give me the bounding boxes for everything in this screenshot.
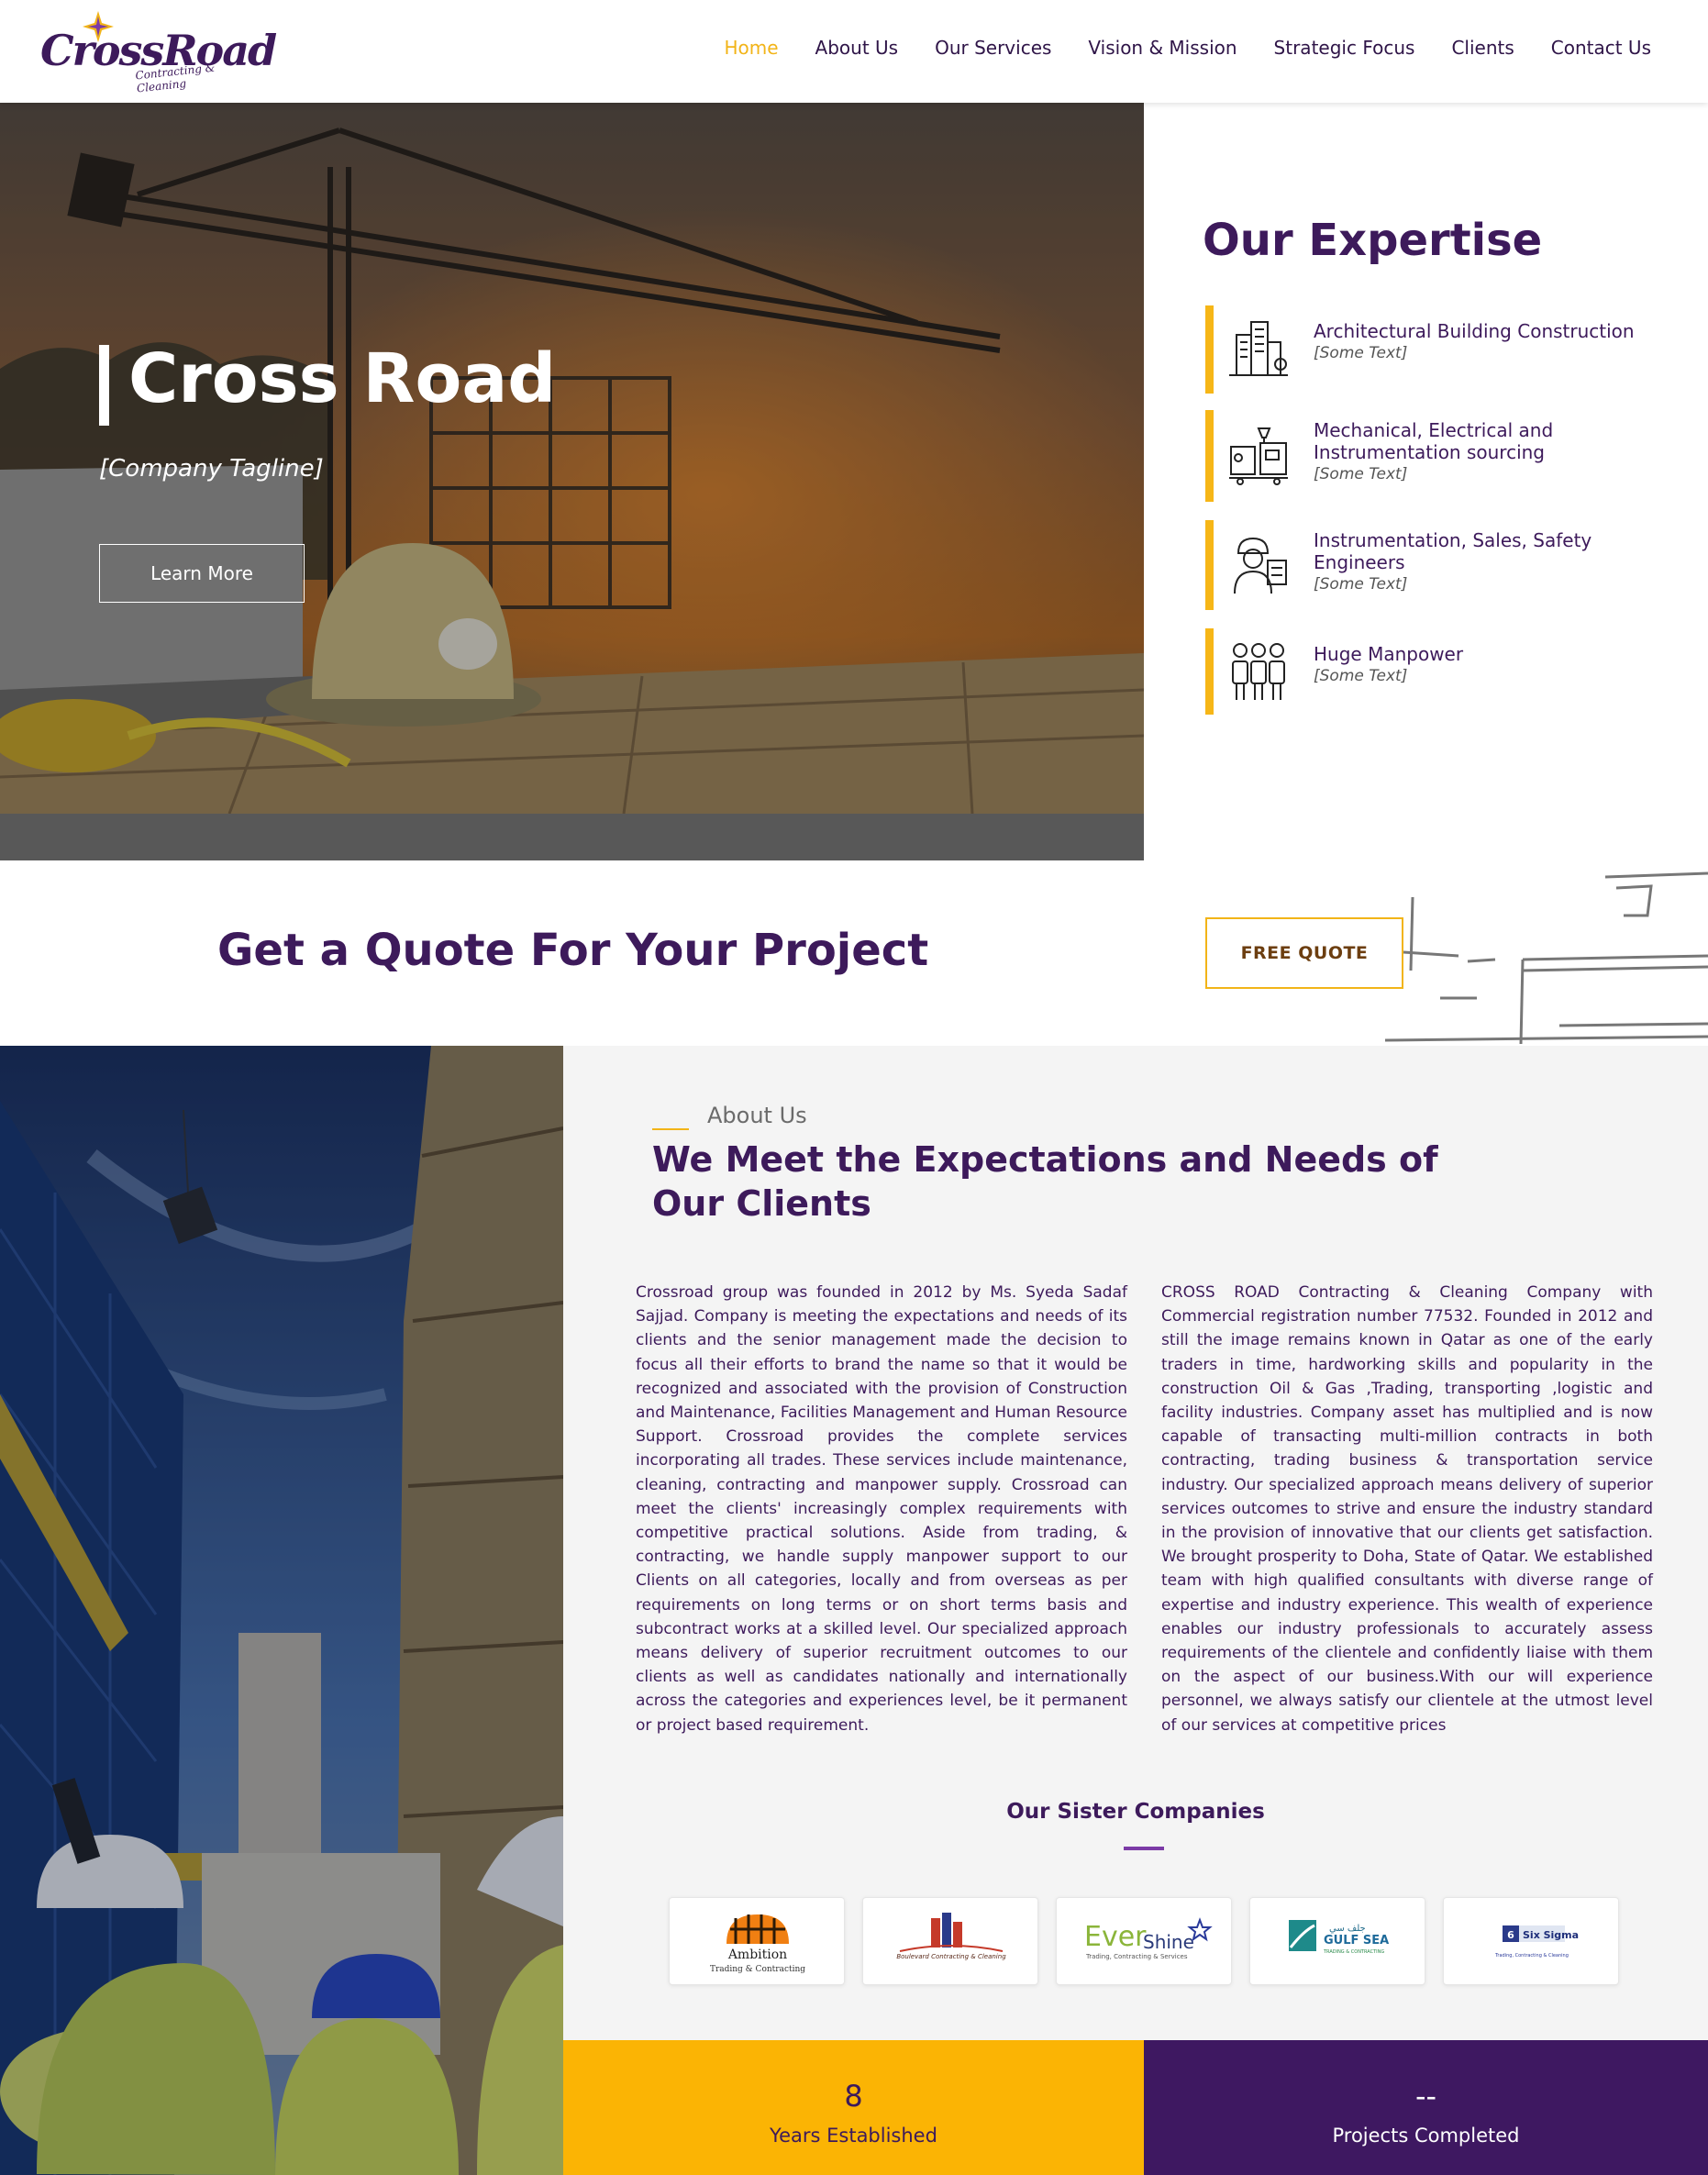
svg-text:Trading & Contracting: Trading & Contracting	[710, 1965, 805, 1974]
about-text-column-2: CROSS ROAD Contracting & Cleaning Compan…	[1161, 1283, 1653, 1735]
sister-logo-boulevard[interactable]: Boulevard Contracting & Cleaning	[862, 1897, 1038, 1985]
hero-title-bar	[99, 345, 109, 426]
expertise-item-bar	[1205, 628, 1214, 715]
expertise-item-bar	[1205, 520, 1214, 610]
expertise-panel: Our Expertise Architectural Building Con…	[1144, 103, 1708, 860]
buildings-icon	[1229, 321, 1288, 376]
svg-text:GULF SEA: GULF SEA	[1324, 1934, 1389, 1948]
svg-text:جلف سي: جلف سي	[1329, 1924, 1366, 1934]
svg-text:6: 6	[1507, 1929, 1514, 1941]
about-label: About Us	[707, 1103, 807, 1128]
svg-text:Trading, Contracting & Service: Trading, Contracting & Services	[1085, 1953, 1188, 1960]
stat-projects-completed: -- Projects Completed	[1144, 2040, 1708, 2175]
about-title: We Meet the Expectations and Needs of Ou…	[652, 1139, 1438, 1224]
about-label-line	[652, 1128, 689, 1130]
sister-companies-logos: Ambition Trading & Contracting Boulevard…	[669, 1897, 1619, 1985]
svg-text:Trading, Contracting & Cleanin: Trading, Contracting & Cleaning	[1494, 1953, 1569, 1959]
site-logo[interactable]: CrossRoad Contracting & Cleaning	[40, 9, 277, 94]
sketch-decoration	[1384, 871, 1708, 1045]
about-workers-photo	[0, 1046, 563, 2175]
quote-section: Get a Quote For Your Project FREE QUOTE	[0, 860, 1708, 1046]
free-quote-button[interactable]: FREE QUOTE	[1205, 917, 1403, 989]
sister-logo-ambition[interactable]: Ambition Trading & Contracting	[669, 1897, 845, 1985]
about-text-column-1: Crossroad group was founded in 2012 by M…	[636, 1283, 1127, 1735]
sister-logo-six-sigma[interactable]: 6 Six Sigma Trading, Contracting & Clean…	[1443, 1897, 1619, 1985]
stat-value: 8	[844, 2079, 863, 2114]
expertise-item: Architectural Building Construction [Som…	[1205, 305, 1682, 394]
stat-years-established: 8 Years Established	[563, 2040, 1144, 2175]
svg-text:Six Sigma: Six Sigma	[1523, 1929, 1579, 1941]
quote-title: Get a Quote For Your Project	[217, 925, 929, 976]
nav-our-services[interactable]: Our Services	[935, 37, 1051, 59]
main-nav: Home About Us Our Services Vision & Miss…	[724, 37, 1651, 59]
hero-bottom-strip	[0, 814, 1144, 860]
svg-text:Ambition: Ambition	[727, 1948, 787, 1962]
expertise-subtext: [Some Text]	[1314, 667, 1408, 685]
nav-clients[interactable]: Clients	[1451, 37, 1514, 59]
expertise-item-bar	[1205, 305, 1214, 394]
expertise-name: Mechanical, Electrical and Instrumentati…	[1314, 419, 1554, 463]
sister-companies-title: Our Sister Companies	[1006, 1800, 1265, 1824]
expertise-name: Instrumentation, Sales, Safety Engineers	[1314, 529, 1592, 573]
hero-title: Cross Road	[128, 339, 557, 418]
nav-about-us[interactable]: About Us	[815, 37, 899, 59]
nav-vision-mission[interactable]: Vision & Mission	[1088, 37, 1237, 59]
svg-text:Ever: Ever	[1084, 1921, 1147, 1953]
hero-tagline: [Company Tagline]	[99, 455, 324, 483]
stat-value: --	[1414, 2079, 1437, 2114]
workers-group-icon	[1232, 643, 1285, 700]
expertise-subtext: [Some Text]	[1314, 575, 1408, 594]
engineer-icon	[1234, 537, 1287, 594]
expertise-item: Instrumentation, Sales, Safety Engineers…	[1205, 520, 1682, 610]
stat-label: Years Established	[770, 2125, 937, 2147]
site-header: CrossRoad Contracting & Cleaning Home Ab…	[0, 0, 1708, 103]
expertise-title: Our Expertise	[1203, 215, 1543, 266]
expertise-item: Huge Manpower [Some Text]	[1205, 628, 1682, 715]
expertise-subtext: [Some Text]	[1314, 465, 1408, 483]
nav-contact-us[interactable]: Contact Us	[1551, 37, 1651, 59]
expertise-subtext: [Some Text]	[1314, 344, 1408, 362]
sister-title-underline	[1124, 1847, 1164, 1850]
nav-strategic-focus[interactable]: Strategic Focus	[1274, 37, 1415, 59]
hero-section: Cross Road [Company Tagline] Learn More	[0, 103, 1144, 860]
nav-home[interactable]: Home	[724, 37, 778, 59]
stat-label: Projects Completed	[1332, 2125, 1520, 2147]
svg-text:Boulevard Contracting & Cleani: Boulevard Contracting & Cleaning	[896, 1953, 1006, 1960]
svg-text:Shine: Shine	[1143, 1931, 1194, 1953]
expertise-name: Huge Manpower	[1314, 643, 1464, 665]
svg-text:TRADING & CONTRACTING: TRADING & CONTRACTING	[1323, 1949, 1384, 1955]
sister-logo-evershine[interactable]: Ever Shine Trading, Contracting & Servic…	[1056, 1897, 1232, 1985]
about-section: About Us We Meet the Expectations and Ne…	[563, 1046, 1708, 2040]
machinery-icon	[1229, 427, 1288, 485]
expertise-name: Architectural Building Construction	[1314, 320, 1635, 342]
sister-logo-gulf-sea[interactable]: جلف سي GULF SEA TRADING & CONTRACTING	[1249, 1897, 1425, 1985]
expertise-item: Mechanical, Electrical and Instrumentati…	[1205, 410, 1682, 502]
expertise-item-bar	[1205, 410, 1214, 502]
learn-more-button[interactable]: Learn More	[99, 544, 305, 603]
